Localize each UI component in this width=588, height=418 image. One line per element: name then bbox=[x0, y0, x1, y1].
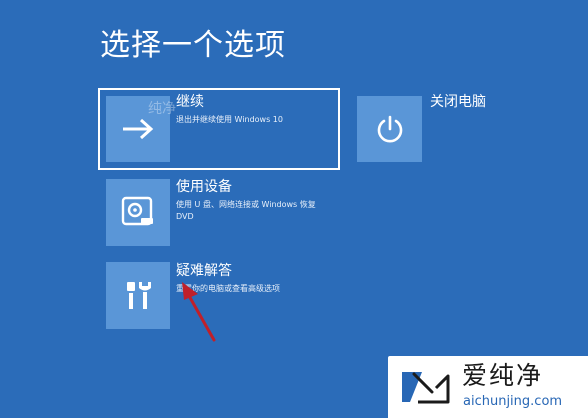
troubleshoot-tile[interactable] bbox=[106, 262, 170, 329]
continue-label: 继续 bbox=[176, 94, 204, 110]
disc-drive-icon bbox=[121, 196, 153, 225]
use-device-label[interactable]: 使用设备 bbox=[176, 178, 232, 196]
use-device-tile[interactable] bbox=[106, 179, 170, 246]
troubleshoot-label[interactable]: 疑难解答 bbox=[176, 262, 232, 280]
brand-logo-icon bbox=[402, 372, 450, 404]
shutdown-label[interactable]: 关闭电脑 bbox=[430, 93, 486, 111]
continue-description: 退出并继续使用 Windows 10 bbox=[176, 115, 283, 124]
shutdown-tile[interactable] bbox=[357, 96, 422, 162]
watermark-url: aichunjing.com bbox=[463, 394, 563, 409]
watermark-brand: 爱纯净 bbox=[462, 361, 544, 390]
watermark-overlay-text: 纯净 bbox=[148, 101, 176, 117]
power-icon bbox=[377, 115, 402, 143]
use-device-description: 使用 U 盘、网络连接或 Windows 恢复 DVD bbox=[176, 200, 316, 221]
arrow-right-icon bbox=[123, 118, 154, 140]
page-title: 选择一个选项 bbox=[100, 28, 286, 63]
annotation-arrow-icon bbox=[182, 282, 216, 342]
tools-icon bbox=[127, 281, 151, 309]
